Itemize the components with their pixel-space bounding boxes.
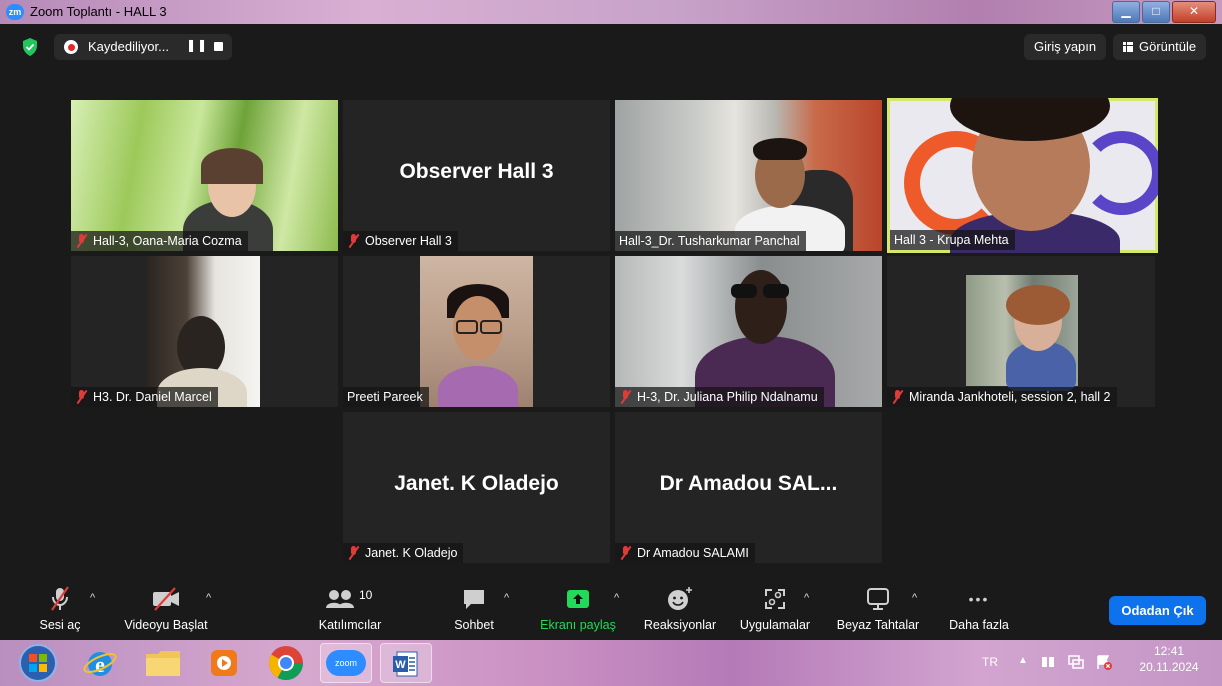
recording-indicator: Kaydediliyor... ❚❚ xyxy=(54,34,232,60)
participant-tile[interactable]: Janet. K Oladejo Janet. K Oladejo xyxy=(343,412,610,563)
video-off-icon xyxy=(153,587,179,611)
participant-name-label: Hall 3 - Krupa Mehta xyxy=(890,230,1015,250)
unmute-button[interactable]: Sesi aç xyxy=(36,586,84,632)
participant-video xyxy=(420,256,533,407)
close-window-button[interactable]: ✕ xyxy=(1172,1,1216,23)
network-icon[interactable] xyxy=(1068,654,1084,670)
clock-date: 20.11.2024 xyxy=(1139,660,1199,674)
participant-video xyxy=(147,256,260,407)
more-button[interactable]: ••• Daha fazla xyxy=(944,586,1014,632)
word-icon: W xyxy=(393,651,418,677)
word-taskbar-button[interactable]: W xyxy=(380,643,432,683)
recording-label: Kaydediliyor... xyxy=(88,39,169,54)
participant-tile-active-speaker[interactable]: Hall 3 - Krupa Mehta xyxy=(887,98,1158,253)
audio-options-caret[interactable]: ^ xyxy=(90,592,95,604)
mic-muted-icon xyxy=(619,390,632,404)
chat-icon xyxy=(464,590,484,609)
security-shield-icon[interactable] xyxy=(22,38,38,56)
mic-muted-icon xyxy=(75,390,88,404)
participant-tile[interactable]: Hall-3_Dr. Tusharkumar Panchal xyxy=(615,100,882,251)
participant-display-name: Janet. K Oladejo xyxy=(394,472,559,495)
participant-name-label: Hall-3_Dr. Tusharkumar Panchal xyxy=(615,231,806,251)
pause-recording-button[interactable]: ❚❚ xyxy=(186,38,208,52)
participant-name-label: H3. Dr. Daniel Marcel xyxy=(71,387,218,407)
minimize-button[interactable]: ▁ xyxy=(1112,1,1140,23)
participants-count: 10 xyxy=(359,588,373,602)
start-video-button[interactable]: Videoyu Başlat xyxy=(118,586,214,632)
file-explorer-icon[interactable] xyxy=(144,646,182,680)
participant-video xyxy=(890,98,1158,253)
meeting-toolbar: Sesi aç ^ Videoyu Başlat ^ 10 Katılımcıl… xyxy=(0,578,1222,640)
participant-name-label: H-3, Dr. Juliana Philip Ndalnamu xyxy=(615,387,824,407)
leave-room-button[interactable]: Odadan Çık xyxy=(1109,596,1206,625)
participant-name-label: Dr Amadou SALAMI xyxy=(615,543,755,563)
chat-button[interactable]: Sohbet xyxy=(446,586,502,632)
stop-recording-button[interactable] xyxy=(214,42,223,51)
windows-start-icon[interactable] xyxy=(18,643,58,683)
apps-icon xyxy=(765,589,785,609)
video-options-caret[interactable]: ^ xyxy=(206,592,211,604)
apps-options-caret[interactable]: ^ xyxy=(804,592,809,604)
participant-name-label: Preeti Pareek xyxy=(343,387,429,407)
language-indicator[interactable]: TR xyxy=(982,655,998,669)
media-player-icon[interactable] xyxy=(208,646,240,680)
participant-name-label: Janet. K Oladejo xyxy=(343,543,464,563)
chat-options-caret[interactable]: ^ xyxy=(504,592,509,604)
participant-video xyxy=(71,100,338,251)
reactions-smiley-icon xyxy=(668,587,692,610)
participant-tile[interactable]: H-3, Dr. Juliana Philip Ndalnamu xyxy=(615,256,882,407)
action-center-flag-icon[interactable] xyxy=(1096,654,1112,670)
zoom-taskbar-button[interactable]: zoom xyxy=(320,643,372,683)
participant-tile[interactable]: Dr Amadou SAL... Dr Amadou SALAMI xyxy=(615,412,882,563)
participants-button[interactable]: 10 Katılımcılar xyxy=(312,586,388,632)
view-button[interactable]: Görüntüle xyxy=(1113,34,1207,60)
internet-explorer-icon[interactable]: e xyxy=(82,645,118,681)
chrome-icon[interactable] xyxy=(266,643,306,683)
whiteboards-options-caret[interactable]: ^ xyxy=(912,592,917,604)
mic-muted-icon xyxy=(347,546,360,560)
participant-display-name: Observer Hall 3 xyxy=(399,160,554,183)
participant-tile[interactable]: Observer Hall 3 Observer Hall 3 xyxy=(343,100,610,251)
more-dots-icon: ••• xyxy=(968,591,990,607)
clock-time: 12:41 xyxy=(1153,644,1185,658)
participant-video xyxy=(966,275,1078,391)
windows-taskbar: e zoom W TR ▲ 12:41 20.11.2024 xyxy=(0,640,1222,686)
mic-muted-icon xyxy=(891,390,904,404)
zoom-icon: zoom xyxy=(326,650,366,676)
mic-muted-icon xyxy=(619,546,632,560)
share-screen-button[interactable]: Ekranı paylaş xyxy=(534,586,622,632)
participant-name-label: Miranda Jankhoteli, session 2, hall 2 xyxy=(887,387,1117,407)
share-options-caret[interactable]: ^ xyxy=(614,592,619,604)
meeting-top-bar: Kaydediliyor... ❚❚ Giriş yapın Görüntüle xyxy=(0,24,1222,70)
window-controls: ▁ □ ✕ xyxy=(1112,1,1216,23)
recording-dot-icon xyxy=(64,40,78,54)
participant-display-name: Dr Amadou SAL... xyxy=(659,472,838,495)
reactions-button[interactable]: Reaksiyonlar xyxy=(638,586,722,632)
mic-muted-icon xyxy=(51,586,69,611)
participants-icon xyxy=(326,590,354,608)
view-label: Görüntüle xyxy=(1139,39,1197,54)
window-title: Zoom Toplantı - HALL 3 xyxy=(30,4,167,19)
sign-in-button[interactable]: Giriş yapın xyxy=(1024,34,1107,60)
participant-tile[interactable]: Miranda Jankhoteli, session 2, hall 2 xyxy=(887,256,1155,407)
taskbar-clock[interactable]: 12:41 20.11.2024 xyxy=(1126,644,1212,674)
participant-video xyxy=(615,256,882,407)
participant-name-label: Observer Hall 3 xyxy=(343,231,458,251)
zoom-app-icon: zm xyxy=(6,4,24,20)
maximize-button[interactable]: □ xyxy=(1142,1,1170,23)
svg-text:W: W xyxy=(395,659,406,671)
grid-view-icon xyxy=(1123,42,1133,52)
tray-expand-icon[interactable]: ▲ xyxy=(1018,655,1028,666)
participant-tile[interactable]: H3. Dr. Daniel Marcel xyxy=(71,256,338,407)
whiteboard-icon xyxy=(867,588,889,610)
tray-device-icon[interactable] xyxy=(1040,654,1056,670)
participant-video xyxy=(615,100,882,251)
participant-name-label: Hall-3, Oana-Maria Cozma xyxy=(71,231,248,251)
mic-muted-icon xyxy=(75,234,88,248)
participant-tile[interactable]: Preeti Pareek xyxy=(343,256,610,407)
mic-muted-icon xyxy=(347,234,360,248)
share-screen-icon xyxy=(567,590,589,608)
participant-tile[interactable]: Hall-3, Oana-Maria Cozma xyxy=(71,100,338,251)
window-title-bar: zm Zoom Toplantı - HALL 3 ▁ □ ✕ xyxy=(0,0,1222,24)
